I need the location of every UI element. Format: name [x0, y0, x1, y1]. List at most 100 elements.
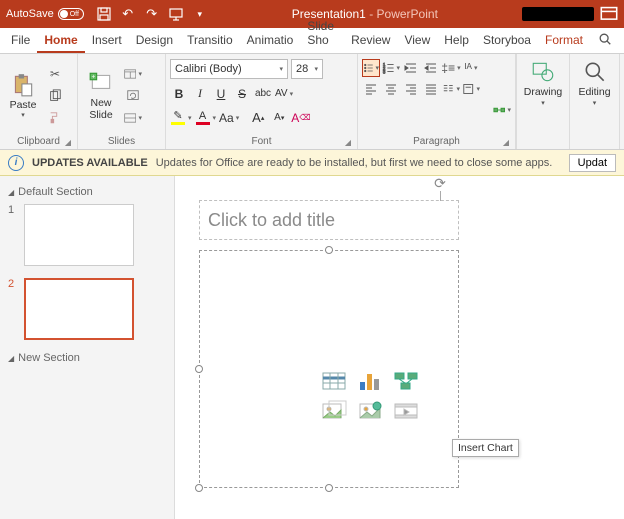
grow-font-button[interactable]: A▴ — [249, 108, 267, 127]
group-drawing: Drawing ▾ — [516, 54, 570, 149]
text-shadow-button[interactable]: abc — [254, 84, 272, 103]
justify-button[interactable] — [422, 80, 440, 98]
save-icon[interactable] — [96, 6, 112, 22]
font-name-combo[interactable]: Calibri (Body)▾ — [170, 59, 288, 79]
tab-format[interactable]: Format — [538, 29, 590, 53]
updates-title: UPDATES AVAILABLE — [32, 157, 148, 169]
ribbon: Paste ▾ ✂ Clipboard◢ + New Slide ▾ ▾ — [0, 54, 624, 150]
slide-thumbnail-panel: ◢Default Section 1 2 ◢New Section — [0, 176, 175, 519]
tab-animations[interactable]: Animatio — [240, 29, 301, 53]
info-icon: i — [8, 155, 24, 171]
clipboard-dialog-icon[interactable]: ◢ — [65, 138, 71, 147]
group-clipboard: Paste ▾ ✂ Clipboard◢ — [0, 54, 78, 149]
columns-button[interactable]: ▾ — [442, 80, 460, 98]
highlight-color-button[interactable]: ✎▾ — [170, 108, 192, 127]
content-placeholder[interactable]: Insert Chart — [199, 250, 459, 488]
section-header-default[interactable]: ◢Default Section — [8, 186, 166, 198]
ribbon-tabs: File Home Insert Design Transitio Animat… — [0, 28, 624, 54]
strikethrough-button[interactable]: S — [233, 84, 251, 103]
tell-me-search-icon[interactable] — [590, 28, 620, 53]
workspace: ◢Default Section 1 2 ◢New Section Click … — [0, 176, 624, 519]
group-slides: + New Slide ▾ ▾ Slides — [78, 54, 166, 149]
char-spacing-button[interactable]: AV▾ — [275, 84, 293, 103]
align-text-button[interactable]: ▾ — [462, 80, 480, 98]
align-left-button[interactable] — [362, 80, 380, 98]
paragraph-dialog-icon[interactable]: ◢ — [503, 138, 509, 147]
tab-view[interactable]: View — [397, 29, 437, 53]
layout-icon[interactable]: ▾ — [123, 64, 143, 84]
section-icon[interactable]: ▾ — [123, 108, 143, 128]
ribbon-options-icon[interactable] — [600, 6, 618, 22]
font-size-combo[interactable]: 28▾ — [291, 59, 323, 79]
quick-access-toolbar: ↶ ↷ ▾ — [96, 6, 208, 22]
tab-file[interactable]: File — [4, 29, 37, 53]
tab-transitions[interactable]: Transitio — [180, 29, 240, 53]
reset-icon[interactable] — [123, 86, 143, 106]
tab-storyboard[interactable]: Storyboa — [476, 29, 538, 53]
bullets-button[interactable]: ▾ — [362, 59, 380, 77]
tab-help[interactable]: Help — [437, 29, 476, 53]
start-slideshow-icon[interactable] — [168, 6, 184, 22]
italic-button[interactable]: I — [191, 84, 209, 103]
underline-button[interactable]: U — [212, 84, 230, 103]
text-direction-button[interactable]: ᴵᴬ▾ — [462, 59, 480, 77]
tab-slideshow[interactable]: Slide Sho — [300, 15, 344, 53]
tab-design[interactable]: Design — [129, 29, 180, 53]
new-slide-button[interactable]: + New Slide — [82, 57, 120, 134]
content-icon-grid — [319, 369, 427, 423]
font-color-button[interactable]: A▾ — [195, 108, 217, 127]
copy-icon[interactable] — [45, 86, 65, 106]
slide-canvas[interactable]: Click to add title ⟳ Insert Chart — [175, 176, 624, 519]
tab-home[interactable]: Home — [37, 29, 84, 53]
paste-icon — [10, 72, 36, 98]
update-button[interactable]: Updat — [569, 154, 616, 172]
font-dialog-icon[interactable]: ◢ — [345, 138, 351, 147]
selection-handle[interactable] — [325, 246, 333, 254]
insert-online-pictures-icon[interactable] — [355, 399, 385, 423]
selection-handle[interactable] — [195, 484, 203, 492]
slide-thumb-2[interactable]: 2 — [8, 278, 166, 340]
insert-table-icon[interactable] — [319, 369, 349, 393]
shrink-font-button[interactable]: A▾ — [270, 108, 288, 127]
smartart-convert-button[interactable]: ▾ — [493, 101, 511, 119]
paste-button[interactable]: Paste ▾ — [4, 57, 42, 134]
insert-chart-icon[interactable] — [355, 369, 385, 393]
slide-thumb-1[interactable]: 1 — [8, 204, 166, 266]
undo-icon[interactable]: ↶ — [120, 6, 136, 22]
selection-handle[interactable] — [325, 484, 333, 492]
insert-pictures-icon[interactable] — [319, 399, 349, 423]
autosave-toggle[interactable]: AutoSave Off — [6, 8, 84, 20]
tab-insert[interactable]: Insert — [85, 29, 129, 53]
numbering-button[interactable]: 123▾ — [382, 59, 400, 77]
redo-icon[interactable]: ↷ — [144, 6, 160, 22]
section-header-new[interactable]: ◢New Section — [8, 352, 166, 364]
change-case-button[interactable]: Aa▾ — [219, 108, 239, 127]
svg-text:3: 3 — [383, 69, 386, 74]
tab-review[interactable]: Review — [344, 29, 397, 53]
account-area[interactable] — [522, 7, 594, 21]
group-font: Calibri (Body)▾ 28▾ B I U S abc AV▾ ✎▾ A… — [166, 54, 358, 149]
indent-increase-button[interactable] — [422, 59, 440, 77]
align-right-button[interactable] — [402, 80, 420, 98]
cut-icon[interactable]: ✂ — [45, 64, 65, 84]
updates-bar: i UPDATES AVAILABLE Updates for Office a… — [0, 150, 624, 176]
insert-smartart-icon[interactable] — [391, 369, 421, 393]
format-painter-icon[interactable] — [45, 108, 65, 128]
align-center-button[interactable] — [382, 80, 400, 98]
svg-text:+: + — [92, 74, 96, 81]
new-slide-icon: + — [88, 70, 114, 96]
qat-more-icon[interactable]: ▾ — [192, 6, 208, 22]
group-editing: Editing ▾ — [570, 54, 620, 149]
line-spacing-button[interactable]: ‡≡▾ — [442, 59, 460, 77]
selection-handle[interactable] — [195, 365, 203, 373]
insert-video-icon[interactable] — [391, 399, 421, 423]
editing-button[interactable]: Editing ▾ — [574, 57, 615, 109]
drawing-button[interactable]: Drawing ▾ — [521, 57, 565, 109]
title-placeholder[interactable]: Click to add title ⟳ — [199, 200, 459, 240]
clear-formatting-button[interactable]: A⌫ — [291, 108, 310, 127]
drawing-icon — [530, 59, 556, 85]
rotate-handle-icon[interactable]: ⟳ — [432, 175, 448, 191]
bold-button[interactable]: B — [170, 84, 188, 103]
indent-decrease-button[interactable] — [402, 59, 420, 77]
window-title: Presentation1 - PowerPoint — [214, 7, 516, 21]
